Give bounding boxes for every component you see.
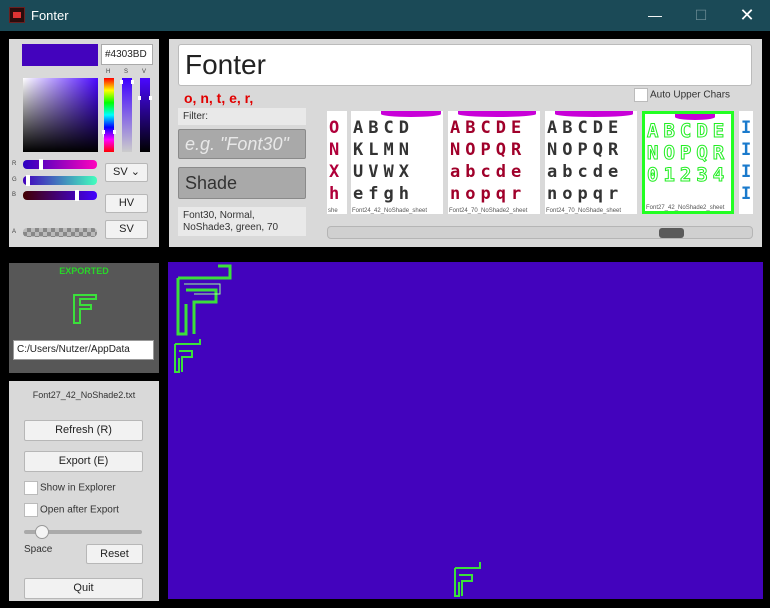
filter-label: Filter: [178,108,306,125]
a-label: A [12,229,17,235]
chevron-down-icon: ⌄ [130,166,140,178]
maximize-button[interactable]: ☐ [678,0,724,31]
font-preview-panel: Fonter o, n, t, e, r, Auto Upper Chars F… [169,39,762,247]
font-sheet-selected[interactable]: ABCDE NOPQR 01234 Font27_42_NoShade2_she… [642,111,734,214]
hex-input[interactable]: #4303BD [101,44,153,65]
hue-slider[interactable] [102,78,116,152]
v-label: V [142,69,147,75]
space-slider-knob[interactable] [35,525,49,539]
glyph-preview-canvas[interactable] [168,262,763,599]
refresh-button[interactable]: Refresh (R) [24,420,143,441]
blue-slider[interactable] [23,190,97,201]
sv-button[interactable]: SV [105,220,148,239]
alpha-slider[interactable] [23,228,97,237]
exported-glyph-preview [73,294,97,324]
export-path-input[interactable]: C:/Users/Nutzer/AppData [13,340,154,360]
open-after-export-option[interactable]: Open after Export [24,503,119,517]
auto-upper-toggle[interactable]: Auto Upper Chars [634,88,730,102]
open-after-export-checkbox[interactable] [24,503,38,517]
recent-chars: o, n, t, e, r, [184,90,254,106]
font-sheet-list[interactable]: O N X h she ABCD KLMN UVWX efgh Font24_4… [327,111,753,214]
g-label: G [12,177,17,183]
exported-label: EXPORTED [59,266,109,276]
current-file-name: Font27_42_NoShade2.txt [32,390,136,400]
reset-button[interactable]: Reset [86,544,143,564]
saturation-slider[interactable] [120,78,134,152]
sheet-caption: Font24_42_NoShade_sheet [352,208,428,214]
sheet-caption: Font24_70_NoShade_sheet [546,208,622,214]
font-sheet[interactable]: ABCD KLMN UVWX efgh Font24_42_NoShade_sh… [351,111,443,214]
font-info-line-2: NoShade3, green, 70 [183,222,279,233]
show-in-explorer-label: Show in Explorer [40,482,116,494]
auto-upper-checkbox[interactable] [634,88,648,102]
preview-text-input[interactable]: Fonter [178,44,752,86]
b-label: B [12,192,17,198]
hv-button[interactable]: HV [105,194,148,213]
filter-input[interactable]: e.g. "Font30" [178,129,306,159]
s-label: S [124,69,129,75]
sheet-caption: Font24_70_NoShade2_sheet [449,208,528,214]
close-button[interactable]: ✕ [724,0,770,31]
saturation-value-box[interactable] [23,78,113,152]
space-label: Space [24,544,53,555]
color-picker-panel: #4303BD H S V R G B A SV ⌄ HV SV [9,39,159,247]
scrollbar-thumb[interactable] [659,228,684,238]
green-slider[interactable] [23,175,97,186]
sheet-scrollbar[interactable] [327,226,753,239]
show-in-explorer-checkbox[interactable] [24,481,38,495]
export-status-panel: EXPORTED C:/Users/Nutzer/AppData [9,263,159,373]
font-sheet[interactable]: ABCDE NOPQR abcde nopqr Font24_70_NoShad… [448,111,540,214]
font-sheet[interactable]: I I I I [739,111,753,214]
font-info-line-1: Font30, Normal, [183,210,255,221]
shade-toggle[interactable]: Shade [178,167,306,199]
app-icon [9,7,25,23]
glyph-bottom [454,562,481,597]
minimize-button[interactable]: — [632,0,678,31]
color-swatch[interactable] [22,44,98,66]
glyph-large [176,264,232,336]
font-info: Font30, Normal, NoShade3, green, 70 [178,207,306,236]
font-sheet[interactable]: O N X h she [327,111,347,214]
title-bar: Fonter — ☐ ✕ [0,0,770,31]
red-slider[interactable] [23,159,97,170]
glyph-medium [174,339,201,373]
sheet-caption: she [328,208,338,214]
controls-panel: Font27_42_NoShade2.txt Refresh (R) Expor… [9,381,159,601]
export-button[interactable]: Export (E) [24,451,143,472]
auto-upper-label: Auto Upper Chars [650,89,731,101]
h-label: H [106,69,111,75]
sheet-caption: Font27_42_NoShade2_sheet [646,205,725,211]
show-in-explorer-option[interactable]: Show in Explorer [24,481,116,495]
mode-select[interactable]: SV ⌄ [105,163,148,182]
r-label: R [12,161,17,167]
value-slider[interactable] [138,78,152,152]
open-after-export-label: Open after Export [40,504,119,516]
window-title: Fonter [31,8,69,23]
font-sheet[interactable]: ABCDE NOPQR abcde nopqr Font24_70_NoShad… [545,111,637,214]
quit-button[interactable]: Quit [24,578,143,599]
mode-value: SV [113,166,128,178]
